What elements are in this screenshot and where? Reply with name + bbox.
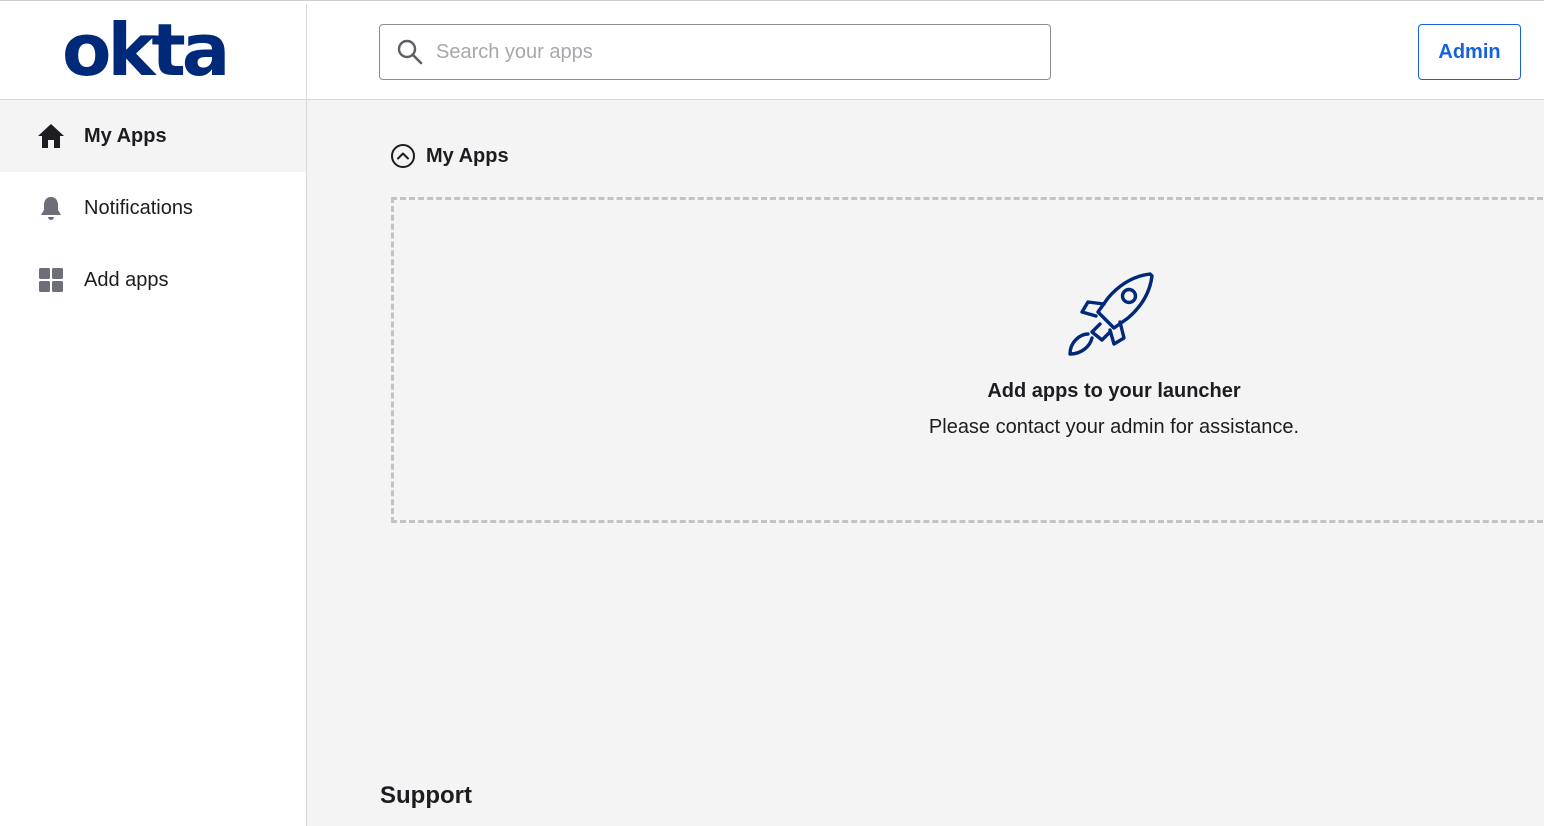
- rocket-icon: [1068, 272, 1154, 356]
- support-heading: Support: [380, 782, 472, 809]
- top-header: okta Admin: [0, 4, 1544, 100]
- grid-icon: [36, 265, 66, 295]
- apps-empty-dropzone: [391, 197, 1544, 523]
- sidebar-item-label: Add apps: [84, 268, 169, 291]
- search-icon: [396, 38, 424, 66]
- chevron-up-circle-icon: [390, 143, 416, 169]
- admin-button[interactable]: Admin: [1418, 24, 1521, 80]
- bell-icon: [36, 193, 66, 223]
- my-apps-section-toggle[interactable]: My Apps: [390, 142, 509, 170]
- sidebar-item-label: My Apps: [84, 124, 167, 147]
- sidebar-item-label: Notifications: [84, 196, 193, 219]
- sidebar-item-add-apps[interactable]: Add apps: [0, 244, 306, 316]
- okta-logo[interactable]: okta: [62, 10, 230, 90]
- home-icon: [36, 121, 66, 151]
- sidebar-item-my-apps[interactable]: My Apps: [0, 100, 306, 172]
- search-box[interactable]: [379, 24, 1051, 80]
- empty-state-title: Add apps to your launcher: [987, 380, 1241, 402]
- logo-area: okta: [0, 4, 307, 99]
- section-title: My Apps: [426, 144, 509, 167]
- sidebar-item-notifications[interactable]: Notifications: [0, 172, 306, 244]
- sidebar: My Apps Notifications Add apps: [0, 100, 307, 826]
- empty-state-subtitle: Please contact your admin for assistance…: [928, 416, 1300, 438]
- search-input[interactable]: [436, 25, 1050, 79]
